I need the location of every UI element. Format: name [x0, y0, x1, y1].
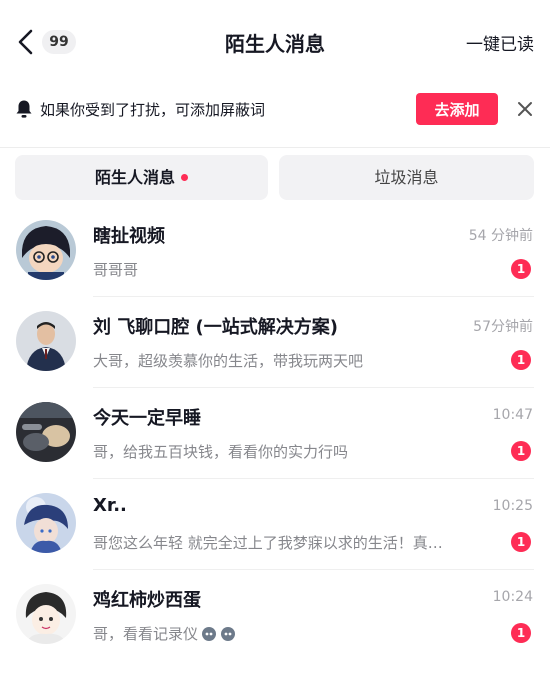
divider [0, 147, 550, 148]
tab-label: 陌生人消息 [94, 168, 175, 187]
mark-all-read-button[interactable]: 一键已读 [466, 30, 534, 55]
sender-name: 鸡红柿炒西蛋 [93, 590, 201, 611]
message-preview: 哥，看看记录仪 [93, 623, 508, 644]
new-indicator-dot [181, 173, 188, 181]
message-time: 10:24 [492, 589, 533, 605]
add-block-words-button[interactable]: 去添加 [416, 93, 498, 125]
avatar [16, 220, 76, 280]
avatar [16, 584, 76, 644]
back-button[interactable] [14, 26, 38, 58]
sender-name: 刘 飞聊口腔 (一站式解决方案) [93, 317, 338, 338]
message-preview-text: 哥，看看记录仪 [93, 625, 199, 643]
sender-name: Xr.. [93, 495, 127, 516]
avatar [16, 311, 76, 371]
message-row[interactable]: 刘 飞聊口腔 (一站式解决方案) 57分钟前 大哥，超级羡慕你的生活，带我玩两天… [0, 297, 550, 388]
tab-spam-messages[interactable]: 垃圾消息 [279, 155, 534, 200]
unread-badge: 1 [511, 532, 531, 552]
unread-badge: 1 [511, 350, 531, 370]
sender-name: 今天一定早睡 [93, 408, 201, 429]
unread-badge: 1 [511, 623, 531, 643]
unread-badge: 1 [511, 441, 531, 461]
message-time: 10:47 [492, 407, 533, 423]
message-preview: 哥，给我五百块钱，看看你的实力行吗 [93, 443, 349, 461]
emoji-icon [202, 627, 236, 641]
avatar [16, 402, 76, 462]
message-preview: 哥您这么年轻 就完全过上了我梦寐以求的生活！真… [93, 534, 443, 552]
chevron-left-icon [18, 29, 33, 55]
notice-text: 如果你受到了打扰，可添加屏蔽词 [40, 101, 266, 119]
message-preview: 大哥，超级羡慕你的生活，带我玩两天吧 [93, 352, 364, 370]
message-row[interactable]: 今天一定早睡 10:47 哥，给我五百块钱，看看你的实力行吗 1 [0, 388, 550, 479]
top-bar: 99 陌生人消息 一键已读 [0, 0, 550, 84]
message-time: 57分钟前 [473, 319, 533, 335]
message-time: 54 分钟前 [468, 228, 533, 244]
tab-stranger-messages[interactable]: 陌生人消息 [15, 155, 268, 200]
block-words-notice: 如果你受到了打扰，可添加屏蔽词 去添加 [0, 84, 550, 134]
message-row[interactable]: 瞎扯视频 54 分钟前 哥哥哥 1 [0, 206, 550, 297]
sender-name: 瞎扯视频 [93, 226, 165, 247]
avatar [16, 493, 76, 553]
message-row[interactable]: Xr.. 10:25 哥您这么年轻 就完全过上了我梦寐以求的生活！真… 1 [0, 479, 550, 570]
tab-label: 垃圾消息 [374, 168, 439, 187]
unread-badge: 1 [511, 259, 531, 279]
close-icon[interactable] [514, 98, 536, 120]
unread-count-badge: 99 [42, 30, 76, 54]
message-preview: 哥哥哥 [93, 261, 139, 279]
bell-icon [16, 100, 32, 118]
message-time: 10:25 [492, 498, 533, 514]
message-row[interactable]: 鸡红柿炒西蛋 10:24 哥，看看记录仪 1 [0, 570, 550, 661]
